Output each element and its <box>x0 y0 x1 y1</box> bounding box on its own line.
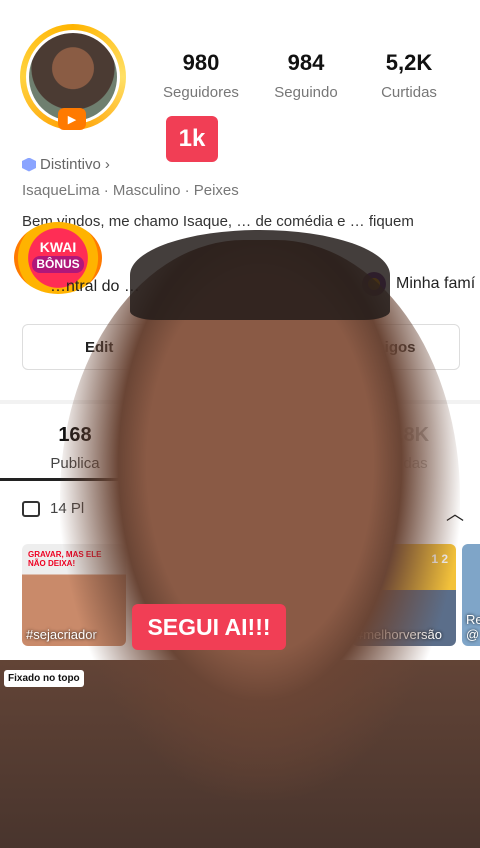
thumbnail-overlay-text: GRAVAR, MAS ELE NÃO DEIXA! <box>28 550 102 568</box>
overlay-caption: SEGUI AI!!! <box>132 604 286 650</box>
thumbnail-overlay-text: 1 2 <box>431 552 448 566</box>
stat-following[interactable]: 984 Seguindo <box>266 50 346 101</box>
following-count: 984 <box>287 50 325 75</box>
playlist-header[interactable]: 14 Pl <box>22 500 84 517</box>
kwai-bonus-subtitle: BÔNUS <box>32 256 84 273</box>
liked-label: …das <box>388 455 428 472</box>
overlay-hair <box>130 230 390 320</box>
section-divider <box>0 400 480 404</box>
following-label: Seguindo <box>274 84 338 101</box>
tab-liked[interactable]: 2,8K …das <box>368 424 448 472</box>
liked-count: 2,8K <box>386 424 430 446</box>
playlist-icon <box>22 500 40 517</box>
overlay-body <box>0 660 480 848</box>
stat-likes[interactable]: 5,2K Curtidas <box>372 50 446 101</box>
profile-tags: IsaqueLima · Masculino · Peixes <box>22 182 239 199</box>
likes-count: 5,2K <box>385 50 433 75</box>
playlist-thumbnail[interactable]: Re @ <box>462 544 480 646</box>
live-play-icon: ▶ <box>58 108 86 130</box>
stat-followers[interactable]: 980 Seguidores <box>158 50 244 101</box>
tab-publications[interactable]: 168 Publica <box>30 424 120 472</box>
creator-center-link[interactable]: …ntral do … <box>50 278 140 296</box>
kwai-bonus-title: KWAI <box>39 239 77 255</box>
followers-milestone-badge: 1k <box>166 116 218 162</box>
followers-label: Seguidores <box>163 84 239 101</box>
chevron-up-icon[interactable]: ︿ <box>446 500 464 526</box>
playlist-label: 14 Pl <box>50 500 85 517</box>
active-tab-indicator <box>0 478 120 481</box>
thumbnail-caption: Re @ <box>466 612 480 642</box>
badge-hexagon-icon <box>22 157 36 172</box>
add-friends-button[interactable]: amigos <box>240 324 460 370</box>
playlist-thumbnail[interactable]: GRAVAR, MAS ELE NÃO DEIXA! #sejacriador <box>22 544 126 646</box>
followers-count: 980 <box>182 50 220 75</box>
distintivo-label: Distintivo <box>40 156 101 173</box>
family-label: Minha famí <box>396 275 476 292</box>
likes-label: Curtidas <box>381 84 437 101</box>
publications-label: Publica <box>50 455 100 472</box>
thumbnail-caption: #sejacriador <box>26 627 97 642</box>
publications-count: 168 <box>58 424 92 446</box>
pinned-label: Fixado no topo <box>4 670 84 687</box>
chevron-right-icon: › <box>104 156 110 173</box>
edit-profile-button[interactable]: Edit <box>22 324 222 370</box>
playlist-thumbnail[interactable]: 1 2 #melhorversão <box>352 544 456 646</box>
distintivo-link[interactable]: Distintivo › <box>22 156 110 173</box>
thumbnail-caption: #melhorversão <box>356 627 442 642</box>
